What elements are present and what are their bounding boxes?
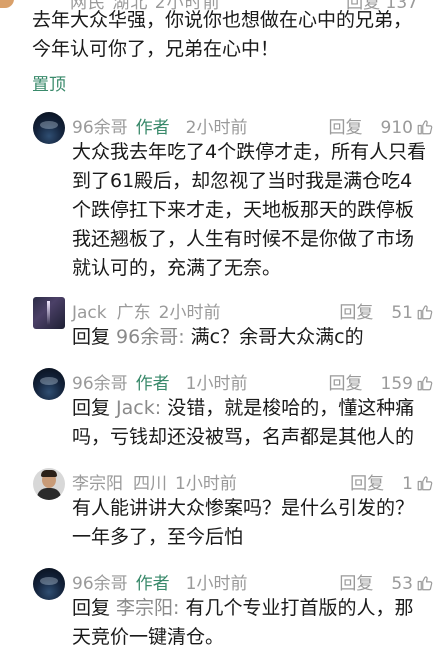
like-count: 53 [391,574,413,594]
reply-button[interactable]: 回复 [329,374,363,394]
like-count: 1 [402,474,413,494]
reply-text: 回复 Jack: 没错，就是梭哈的，懂这种痛 吗，亏钱却还没被骂，名声都是其他人… [72,394,414,452]
reply-text-body: 满c？余哥大众满c的 [184,326,364,348]
location: 广东 [116,303,151,323]
reply-text-line: 到了61殿后，却忽视了当时我是满仓吃4 [72,170,413,192]
reply-meta: 96余哥 作者 2小时前 [72,113,247,138]
reply-text-line: 回复 Jack: 没错，就是梭哈的，懂这种痛 [72,394,414,423]
username[interactable]: 96余哥 [72,574,128,594]
author-badge: 作者 [135,118,170,138]
reply-actions: 回复 910 [329,113,434,138]
timestamp: 2小时前 [185,118,248,138]
username[interactable]: 96余哥 [72,118,128,138]
avatar [0,0,14,8]
reply-text-line: 回复 李宗阳: 有几个专业打首版的人，那 [72,594,414,623]
reply-button[interactable]: 回复 [339,574,373,594]
reply-button[interactable]: 回复 [329,118,363,138]
comment-text-line: 今年认可你了，兄弟在心中！ [32,38,280,60]
reply-text-line: 一年多了，至今后怕 [72,526,244,548]
avatar[interactable] [33,368,65,400]
thumbs-up-icon[interactable] [416,303,434,321]
author-badge: 作者 [135,574,170,594]
reply-text-line: 大众我去年吃了4个跌停才走，所有人只看 [72,141,427,163]
avatar[interactable] [33,297,65,329]
reply-to-user[interactable]: 李宗阳: [116,597,179,619]
reply-text-line: 个跌停扛下来才走，天地板那天的跌停板 [72,199,415,221]
reply-meta: 96余哥 作者 1小时前 [72,369,247,394]
reply-to-user[interactable]: Jack: [116,397,161,419]
thumbs-up-icon[interactable] [416,574,434,592]
username[interactable]: Jack [72,303,107,323]
reply-text-line: 就认可的，充满了无奈。 [72,257,282,279]
avatar[interactable] [33,468,65,500]
reply-text-body: 有几个专业打首版的人，那 [179,597,414,619]
thumbs-up-icon[interactable] [416,474,434,492]
timestamp: 1小时前 [185,574,248,594]
reply-text-line: 我还翘板了，人生有时候不是你做了市场 [72,228,415,250]
reply-actions: 回复 53 [339,569,434,594]
timestamp: 1小时前 [185,374,248,394]
pin-label[interactable]: 置顶 [32,70,66,95]
reply-text-body: 没错，就是梭哈的，懂这种痛 [161,397,415,419]
like-count: 51 [391,303,413,323]
author-badge: 作者 [135,374,170,394]
reply-to-user[interactable]: 96余哥: [116,326,185,348]
reply-meta: 李宗阳 四川 1小时前 [72,469,237,494]
like-count: 159 [380,374,413,394]
reply-meta: Jack 广东 2小时前 [72,298,220,323]
reply-button[interactable]: 回复 [339,303,373,323]
reply-button[interactable]: 回复 [350,474,384,494]
reply-text-line: 吗，亏钱却还没被骂，名声都是其他人的 [72,426,415,448]
reply-actions: 回复 51 [339,298,434,323]
reply-prefix: 回复 [72,397,117,419]
username[interactable]: 李宗阳 [72,474,123,494]
location: 四川 [133,474,167,494]
timestamp: 1小时前 [175,474,237,494]
timestamp: 2小时前 [158,303,221,323]
reply-meta: 96余哥 作者 1小时前 [72,569,247,594]
reply-text: 回复 96余哥: 满c？余哥大众满c的 [72,323,364,352]
avatar[interactable] [33,568,65,600]
reply-prefix: 回复 [72,326,117,348]
reply-actions: 回复 1 [350,469,434,494]
thumbs-up-icon[interactable] [416,118,434,136]
reply-actions: 回复 159 [329,369,434,394]
reply-text-line: 天竞价一键清仓。 [72,626,225,648]
comment-text-line: 去年大众华强，你说你也想做在心中的兄弟， [32,9,413,31]
reply-text: 回复 李宗阳: 有几个专业打首版的人，那 天竞价一键清仓。 [72,594,414,652]
reply-text: 有人能讲讲大众惨案吗？是什么引发的？ 一年多了，至今后怕 [72,494,414,552]
reply-text-line: 有人能讲讲大众惨案吗？是什么引发的？ [72,497,415,519]
thumbs-up-icon[interactable] [416,374,434,392]
like-count: 910 [380,118,413,138]
reply-text: 大众我去年吃了4个跌停才走，所有人只看 到了61殿后，却忽视了当时我是满仓吃4 … [72,138,426,283]
username[interactable]: 96余哥 [72,374,128,394]
avatar[interactable] [33,112,65,144]
reply-text-line: 回复 96余哥: 满c？余哥大众满c的 [72,323,364,352]
reply-prefix: 回复 [72,597,117,619]
